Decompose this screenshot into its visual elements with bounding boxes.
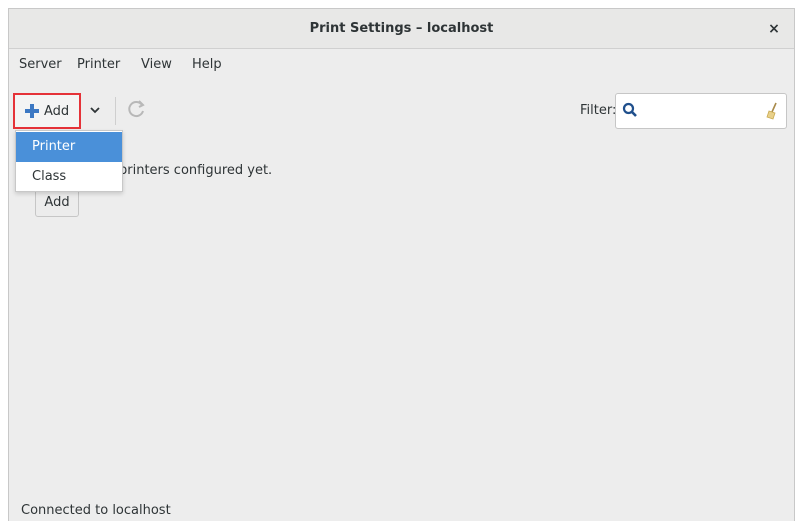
clear-broom-icon[interactable] (764, 102, 780, 120)
add-dropdown-button[interactable] (83, 97, 107, 125)
add-button[interactable]: Add (13, 93, 81, 129)
filter-box[interactable] (615, 93, 787, 129)
print-settings-window: Print Settings – localhost × Server Prin… (8, 8, 795, 521)
search-icon (622, 102, 637, 117)
dropdown-item-class[interactable]: Class (16, 162, 122, 192)
menu-help[interactable]: Help (192, 57, 222, 72)
toolbar: Add Filter: (9, 89, 794, 133)
menu-view[interactable]: View (141, 57, 172, 72)
statusbar: Connected to localhost (9, 498, 794, 521)
menu-printer[interactable]: Printer (77, 57, 120, 72)
filter-input[interactable] (642, 100, 754, 122)
add-label: Add (44, 104, 70, 119)
dropdown-item-printer[interactable]: Printer (16, 132, 122, 162)
chevron-down-icon (90, 107, 100, 114)
window-title: Print Settings – localhost (309, 21, 494, 36)
menubar: Server Printer View Help (9, 53, 794, 77)
menu-server[interactable]: Server (19, 57, 62, 72)
refresh-icon[interactable] (127, 99, 147, 119)
empty-add-button[interactable]: Add (35, 189, 79, 217)
status-text: Connected to localhost (21, 503, 171, 518)
toolbar-separator (115, 97, 116, 125)
close-button[interactable]: × (764, 19, 784, 39)
titlebar: Print Settings – localhost × (9, 9, 794, 49)
filter-label: Filter: (580, 103, 617, 118)
printer-list-area: printers configured yet. Add (9, 133, 794, 498)
plus-icon (25, 104, 39, 118)
add-dropdown-menu: Printer Class (15, 130, 123, 192)
empty-message: printers configured yet. (119, 163, 273, 178)
